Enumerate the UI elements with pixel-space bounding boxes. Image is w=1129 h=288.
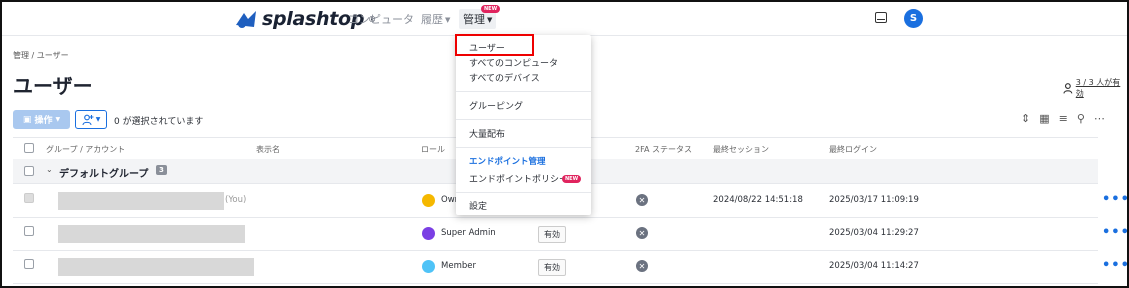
menu-item-all-devices[interactable]: すべてのデバイス [469,71,540,84]
menu-divider [456,91,591,92]
page-title: ユーザー [13,74,93,98]
role-label: Member [441,261,476,271]
col-role[interactable]: ロール [421,144,445,155]
operations-button[interactable]: ▣ 操作 ▼ [13,110,70,129]
redacted-name [58,258,254,276]
x-circle-icon: ✕ [636,227,648,239]
person-icon [1063,82,1073,94]
add-user-button[interactable]: ▼ [75,110,107,129]
menu-item-mass-deploy[interactable]: 大量配布 [469,127,505,140]
chevron-down-icon[interactable]: ⌄ [46,165,53,174]
last-session: 2024/08/22 14:51:18 [713,195,803,205]
breadcrumb: 管理 / ユーザー [13,51,69,60]
splashtop-logo-icon [236,11,256,28]
nav-computers[interactable]: コンピュータ [348,11,414,27]
admin-dropdown-menu: ユーザー すべてのコンピュータ すべてのデバイス グルーピング 大量配布 エンド… [456,35,591,215]
group-count-badge: 3 [156,165,167,175]
search-icon[interactable]: ⚲ [1077,112,1085,125]
selection-count: 0 が選択されています [114,117,204,127]
row-menu-button[interactable]: ••• [1102,225,1127,240]
you-label: (You) [225,195,247,205]
crown-icon [422,194,435,207]
group-label: デフォルトグループ [59,169,149,180]
menu-item-grouping[interactable]: グルーピング [469,99,523,112]
avatar[interactable]: S [904,9,923,28]
app-window: splashtop ® コンピュータ 履歴 ▼ 管理 ▼ NEW S 管理 / ユーザ… [0,0,1129,288]
row-checkbox[interactable] [24,226,34,236]
star-icon [422,227,435,240]
columns-icon[interactable]: ▦ [1039,112,1049,125]
active-count[interactable]: 3 / 3 人が有効 [1063,77,1127,99]
redacted-name [58,192,224,210]
menu-item-all-computers[interactable]: すべてのコンピュータ [469,56,558,69]
inbox-icon[interactable] [875,12,887,23]
density-icon[interactable]: ⇕ [1021,112,1030,125]
more-icon[interactable]: ⋯ [1094,112,1105,125]
chevron-down-icon: ▼ [55,116,61,123]
circle-icon [422,260,435,273]
last-login: 2025/03/04 11:29:27 [829,228,919,238]
new-badge: NEW [481,5,501,13]
row-menu-button[interactable]: ••• [1102,258,1127,273]
x-circle-icon: ✕ [636,260,648,272]
table-row[interactable]: Member 有効 ✕ 2025/03/04 11:14:27 ••• [13,250,1127,284]
chevron-down-icon: ▼ [487,16,493,24]
filter-icon[interactable]: ≡ [1059,112,1068,125]
menu-divider [456,119,591,120]
menu-divider [456,192,591,193]
last-login: 2025/03/17 11:09:19 [829,195,919,205]
row-menu-button[interactable]: ••• [1102,192,1127,207]
col-last-login[interactable]: 最終ログイン [829,144,877,155]
menu-item-settings[interactable]: 設定 [469,199,487,212]
table-tools: ⇕ ▦ ≡ ⚲ ⋯ [1021,112,1105,125]
role-label: Super Admin [441,228,496,238]
col-2fa[interactable]: 2FA ステータス [635,144,692,155]
add-user-icon [82,114,94,125]
row-checkbox[interactable] [24,259,34,269]
x-circle-icon: ✕ [636,194,648,206]
chevron-down-icon: ▼ [445,16,451,24]
status-badge: 有効 [538,259,566,276]
select-all-checkbox[interactable] [24,143,34,153]
new-badge: NEW [562,175,582,183]
col-display-name[interactable]: 表示名 [256,144,280,155]
col-last-session[interactable]: 最終セッション [713,144,769,155]
menu-item-endpoint-policy[interactable]: エンドポイントポリシー [469,172,568,185]
operations-icon: ▣ [22,114,32,125]
menu-section-endpoint: エンドポイント管理 [469,157,546,167]
last-login: 2025/03/04 11:14:27 [829,261,919,271]
table-row[interactable]: Super Admin 有効 ✕ 2025/03/04 11:29:27 ••• [13,217,1127,251]
top-bar: splashtop ® コンピュータ 履歴 ▼ 管理 ▼ NEW S [2,2,1127,36]
chevron-down-icon: ▼ [95,116,101,123]
redacted-name [58,225,245,243]
highlight-box [455,34,534,56]
menu-divider [456,147,591,148]
group-checkbox[interactable] [24,166,34,176]
row-checkbox [24,193,34,203]
nav-history[interactable]: 履歴 ▼ [421,11,450,27]
col-group-account[interactable]: グループ / アカウント [46,144,125,155]
status-badge: 有効 [538,226,566,243]
